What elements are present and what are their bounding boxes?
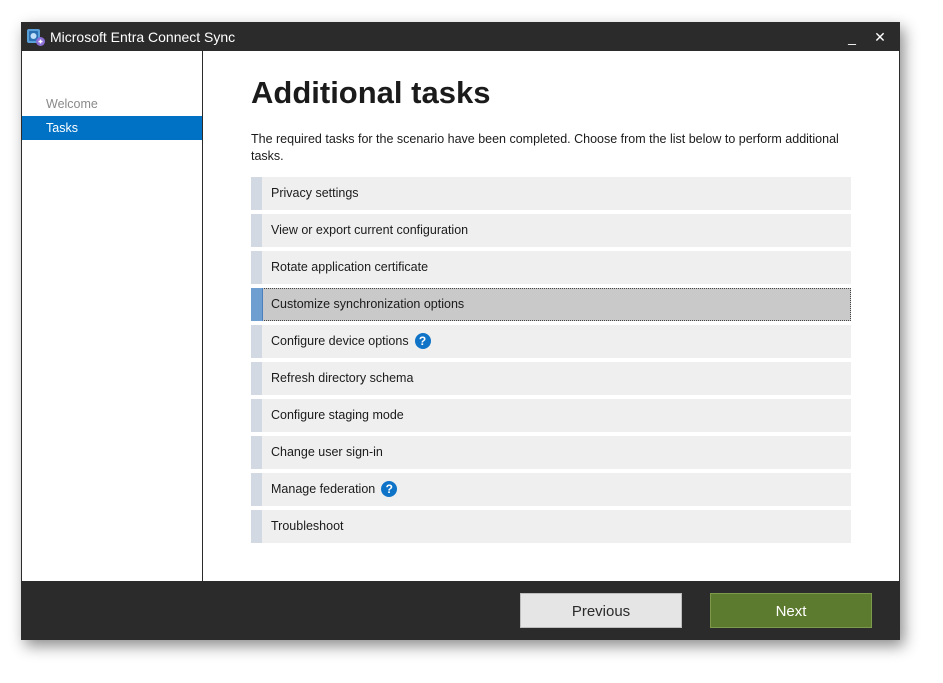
task-label: Configure device options	[271, 334, 409, 348]
entra-connect-app-icon	[27, 29, 45, 46]
wizard-footer: Previous Next	[22, 581, 899, 639]
task-item[interactable]: Change user sign-in	[251, 436, 851, 469]
task-item[interactable]: View or export current configuration	[251, 214, 851, 247]
title-bar[interactable]: Microsoft Entra Connect Sync _ ✕	[22, 23, 899, 51]
task-label: Privacy settings	[271, 186, 359, 200]
task-label: Change user sign-in	[271, 445, 383, 459]
window-title: Microsoft Entra Connect Sync	[50, 29, 236, 45]
next-button[interactable]: Next	[710, 593, 872, 628]
task-item[interactable]: Troubleshoot	[251, 510, 851, 543]
task-label: Troubleshoot	[271, 519, 344, 533]
task-item[interactable]: Configure device options?	[251, 325, 851, 358]
page-description: The required tasks for the scenario have…	[251, 132, 839, 163]
task-label: Rotate application certificate	[271, 260, 429, 274]
task-item[interactable]: Manage federation?	[251, 473, 851, 506]
help-icon[interactable]: ?	[414, 332, 431, 349]
sidebar-item-welcome[interactable]: Welcome	[22, 92, 202, 116]
task-label: Customize synchronization options	[271, 297, 465, 311]
task-item[interactable]: Rotate application certificate	[251, 251, 851, 284]
task-list: Privacy settings View or export current c…	[251, 177, 851, 547]
task-item[interactable]: Customize synchronization options	[251, 288, 851, 321]
previous-button[interactable]: Previous	[520, 593, 682, 628]
task-label: Refresh directory schema	[271, 371, 414, 385]
task-item[interactable]: Refresh directory schema	[251, 362, 851, 395]
close-button[interactable]: ✕	[867, 23, 893, 51]
app-window: Microsoft Entra Connect Sync _ ✕ Welcome…	[21, 22, 900, 640]
wizard-sidebar: Welcome Tasks	[22, 51, 203, 581]
task-label: Manage federation	[271, 482, 376, 496]
sidebar-item-tasks[interactable]: Tasks	[22, 116, 202, 140]
task-label: View or export current configuration	[271, 223, 469, 237]
task-item[interactable]: Privacy settings	[251, 177, 851, 210]
task-label: Configure staging mode	[271, 408, 404, 422]
page-title: Additional tasks	[251, 75, 491, 110]
task-item[interactable]: Configure staging mode	[251, 399, 851, 432]
help-icon[interactable]: ?	[381, 480, 398, 497]
minimize-button[interactable]: _	[839, 23, 865, 51]
main-content: Additional tasks The required tasks for …	[203, 51, 899, 581]
